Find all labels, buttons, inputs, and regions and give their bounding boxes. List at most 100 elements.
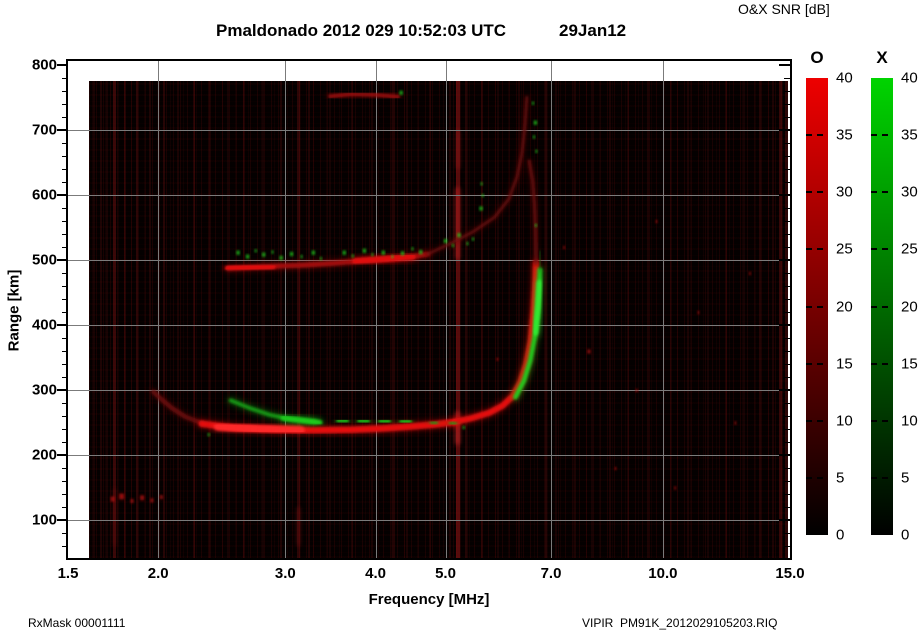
x-mode-speckle <box>466 242 469 246</box>
trace-o1-core <box>214 422 305 435</box>
y-tick-right <box>784 415 790 417</box>
y-tick-left <box>62 155 68 157</box>
x-mode-speckle <box>444 239 448 243</box>
y-tick-right <box>784 532 790 534</box>
y-tick-label: 100 <box>31 511 57 529</box>
y-tick-right <box>784 142 790 144</box>
colorbar-tick-dash <box>871 191 893 194</box>
x-mode-speckle <box>534 223 537 227</box>
y-tick-label: 300 <box>31 381 57 399</box>
y-tick-right <box>784 155 790 157</box>
trace-halo-o1-rise <box>450 258 541 427</box>
y-tick-left <box>62 415 68 417</box>
y-tick-right <box>784 181 790 183</box>
x-mode-speckle <box>532 101 535 105</box>
y-tick-right <box>784 298 790 300</box>
o-mode-speckle <box>587 349 591 354</box>
x-mode-speckle <box>351 254 354 258</box>
y-tick-left <box>62 350 68 352</box>
y-tick-left <box>62 532 68 534</box>
y-tick-right <box>784 493 790 495</box>
y-tick-right <box>784 402 790 404</box>
colorbar-o-label: O <box>810 48 824 67</box>
y-tick-left <box>62 207 68 209</box>
o-mode-speckle <box>496 357 499 361</box>
colorbar-tick-label: 0 <box>836 526 845 544</box>
colorbar-tick-label: 35 <box>836 126 853 144</box>
x-mode-speckle <box>279 255 283 260</box>
x-mode-speckle <box>532 135 535 139</box>
y-tick-left <box>62 77 68 79</box>
y-tick-right <box>784 168 790 170</box>
y-tick-right <box>784 272 790 274</box>
colorbar-tick-label: 40 <box>901 69 918 87</box>
y-tick-label: 600 <box>31 186 57 204</box>
x-mode-speckle <box>342 250 346 255</box>
y-tick-left <box>62 493 68 495</box>
colorbar-tick-dash <box>871 134 893 137</box>
trace-o1-rise <box>451 260 539 425</box>
o-mode-speckle <box>159 495 163 500</box>
colorbar-tick-dash <box>871 362 893 365</box>
y-tick-right <box>779 64 790 66</box>
x-mode-speckle <box>271 250 274 254</box>
y-tick-right <box>784 506 790 508</box>
y-tick-left <box>62 545 68 547</box>
y-tick-right <box>784 428 790 430</box>
colorbar-tick-label: 35 <box>901 126 918 144</box>
y-tick-left <box>62 480 68 482</box>
y-tick-left <box>62 116 68 118</box>
x-mode-speckle <box>411 247 414 251</box>
o-mode-speckle <box>655 220 658 223</box>
y-tick-left <box>57 129 68 131</box>
y-tick-left <box>62 220 68 222</box>
y-tick-left <box>62 246 68 248</box>
y-tick-left <box>62 142 68 144</box>
y-tick-left <box>62 402 68 404</box>
y-tick-right <box>784 77 790 79</box>
y-tick-left <box>62 428 68 430</box>
y-tick-left <box>57 64 68 66</box>
colorbar-tick-label: 15 <box>836 355 853 373</box>
y-tick-left <box>62 285 68 287</box>
y-tick-left <box>62 233 68 235</box>
colorbar-tick-dash <box>806 305 828 308</box>
plot-date: 29Jan12 <box>559 21 627 40</box>
y-tick-label: 200 <box>31 446 57 464</box>
o-mode-speckle <box>748 272 751 275</box>
o-mode-speckle <box>635 389 638 392</box>
y-tick-right <box>784 285 790 287</box>
y-tick-right <box>784 246 790 248</box>
x-mode-speckle <box>472 237 475 241</box>
x-mode-speckle <box>246 254 250 259</box>
y-tick-left <box>57 454 68 456</box>
y-tick-left <box>62 298 68 300</box>
y-tick-left <box>57 389 68 391</box>
x-mode-speckle <box>533 120 537 125</box>
y-tick-right <box>784 376 790 378</box>
x-tick-label: 3.0 <box>274 565 296 582</box>
x-tick-label: 15.0 <box>775 565 805 582</box>
y-tick-right <box>779 259 790 261</box>
y-tick-right <box>784 103 790 105</box>
colorbar-tick-dash <box>806 134 828 137</box>
y-tick-left <box>62 272 68 274</box>
y-tick-left <box>62 376 68 378</box>
y-tick-left <box>62 506 68 508</box>
colorbar-tick-label: 10 <box>836 412 853 430</box>
y-tick-right <box>784 233 790 235</box>
o-mode-speckle <box>734 421 737 425</box>
colorbar-title: O&X SNR [dB] <box>738 1 830 17</box>
rxmask-text: RxMask 00001111 <box>28 616 126 630</box>
y-tick-right <box>784 220 790 222</box>
y-tick-right <box>784 90 790 92</box>
x-tick-label: 10.0 <box>648 565 678 582</box>
colorbar-tick-dash <box>871 419 893 422</box>
y-tick-right <box>779 324 790 326</box>
x-mode-speckle <box>480 182 483 186</box>
y-tick-left <box>62 168 68 170</box>
x-mode-speckle <box>300 255 303 259</box>
x-tick-label: 2.0 <box>147 565 169 582</box>
x-mode-speckle <box>401 251 405 256</box>
colorbar-tick-label: 0 <box>901 526 910 544</box>
